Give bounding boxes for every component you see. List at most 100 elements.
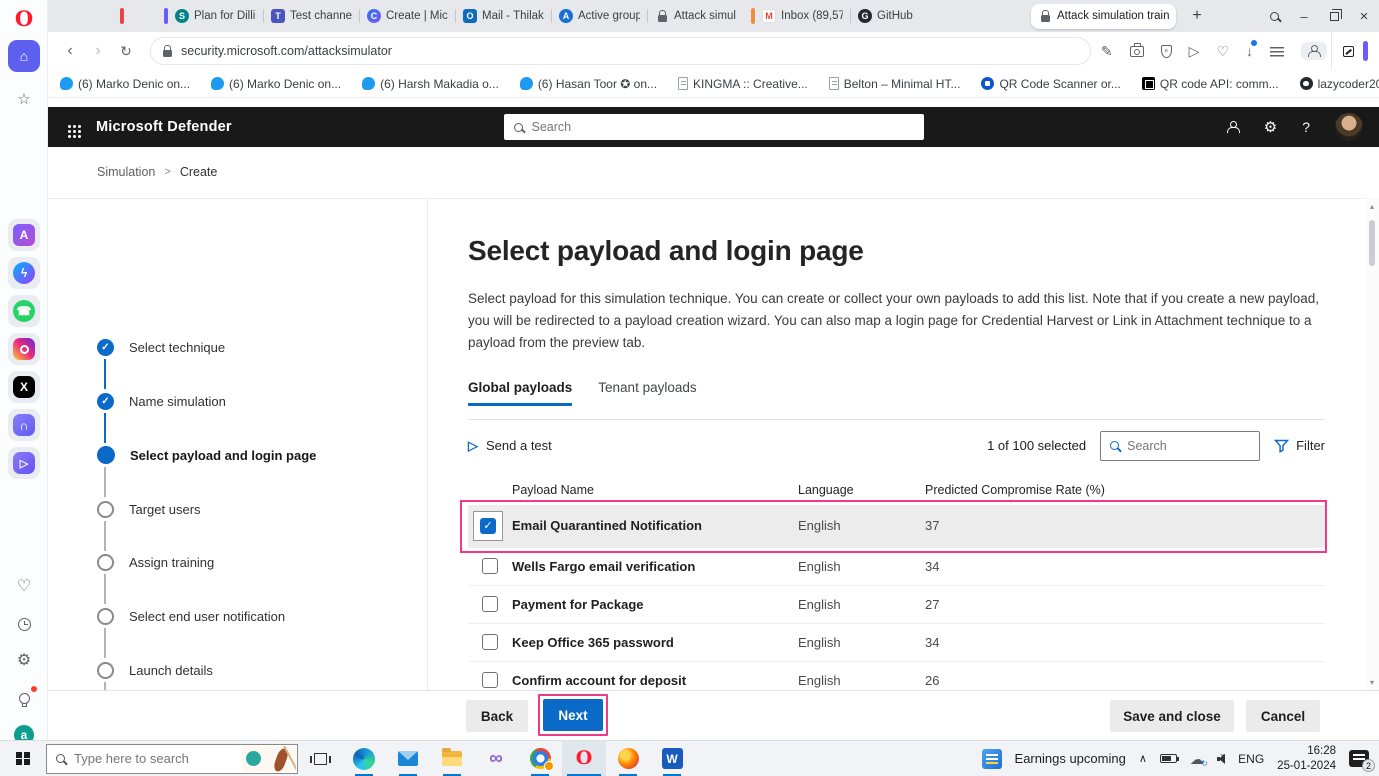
row-checkbox[interactable]	[482, 558, 498, 574]
account-avatar[interactable]	[1335, 113, 1363, 141]
save-and-close-button[interactable]: Save and close	[1110, 700, 1234, 732]
table-row-keep-office365[interactable]: Keep Office 365 password English 34	[468, 623, 1325, 661]
step-end-user-notification[interactable]: Select end user notification	[97, 606, 285, 626]
notification-center-button[interactable]: 2	[1349, 750, 1369, 767]
adblock-shield-button[interactable]: ×	[1161, 45, 1172, 58]
payload-search-input[interactable]	[1127, 439, 1250, 453]
step-select-payload[interactable]: Select payload and login page	[97, 445, 316, 465]
taskbar-search-box[interactable]	[46, 744, 298, 774]
settings-gear-button[interactable]: ⚙	[1264, 118, 1277, 136]
sidebar-settings-button[interactable]: ⚙	[12, 651, 36, 671]
address-bar[interactable]: security.microsoft.com/attacksimulator	[150, 37, 1091, 65]
news-widget-icon[interactable]	[982, 749, 1002, 769]
taskbar-clock[interactable]: 16:2825-01-2024	[1277, 744, 1336, 774]
opera-menu-icon[interactable]: O	[15, 8, 33, 29]
bookmark-item[interactable]: lazycoder2021/goog...	[1300, 77, 1379, 91]
tab-create-microsoft[interactable]: CCreate | Microsoft	[360, 0, 455, 32]
app-launcher-button[interactable]	[48, 119, 96, 135]
battery-icon[interactable]	[1160, 754, 1177, 763]
favorite-button[interactable]: ♡	[1216, 43, 1229, 60]
breadcrumb-simulation[interactable]: Simulation	[97, 165, 155, 179]
row-checkbox[interactable]	[482, 672, 498, 688]
url-text[interactable]: security.microsoft.com/attacksimulator	[181, 44, 392, 58]
downloads-button[interactable]: ↓	[1246, 43, 1253, 59]
sidebar-likes-button[interactable]: ♡	[12, 577, 36, 597]
tab-test-channel[interactable]: TTest channel 1000 (	[264, 0, 359, 32]
payload-search-box[interactable]	[1100, 431, 1260, 461]
step-select-technique[interactable]: Select technique	[97, 337, 225, 357]
tab-active-groups[interactable]: AActive groups - Mi	[552, 0, 647, 32]
step-target-users[interactable]: Target users	[97, 499, 201, 519]
bookmark-item[interactable]: (6) Harsh Makadia o...	[362, 77, 499, 91]
task-view-button[interactable]	[298, 741, 342, 776]
volume-muted-button[interactable]: ×	[1217, 754, 1225, 764]
tab-mail-thilak[interactable]: OMail - Thilak Kuma	[456, 0, 551, 32]
sidebar-whatsapp[interactable]: ☎	[8, 295, 40, 327]
sidebar-toggle-pill[interactable]	[1363, 41, 1368, 61]
tab-attack-simulation[interactable]: Attack simulation t	[648, 0, 743, 32]
sidebar-tips-button[interactable]	[12, 688, 36, 708]
row-checkbox[interactable]	[482, 596, 498, 612]
snapshot-button[interactable]	[1130, 46, 1144, 57]
sidebar-home-button[interactable]: ⌂	[8, 40, 40, 72]
taskbar-mail[interactable]	[386, 741, 430, 776]
tab-plan-for-dilli[interactable]: SPlan for Dilli - m36	[168, 0, 263, 32]
table-row-email-quarantined[interactable]: Email Quarantined Notification English 3…	[468, 505, 1325, 547]
taskbar-visual-studio[interactable]: ∞	[474, 741, 518, 776]
tray-overflow-button[interactable]: ∧	[1139, 752, 1147, 765]
sidebar-instagram[interactable]	[8, 333, 40, 365]
table-row-wells-fargo[interactable]: Wells Fargo email verification English 3…	[468, 547, 1325, 585]
taskbar-edge[interactable]	[342, 741, 386, 776]
defender-search-box[interactable]	[504, 114, 924, 140]
filter-button[interactable]: Filter	[1274, 438, 1325, 453]
step-assign-training[interactable]: Assign training	[97, 552, 214, 572]
defender-search-input[interactable]	[532, 120, 914, 134]
column-compromise-rate[interactable]: Predicted Compromise Rate (%)	[925, 483, 1325, 497]
help-button[interactable]: ?	[1302, 119, 1310, 135]
reload-button[interactable]: ↻	[112, 43, 140, 60]
forward-button[interactable]: ›	[84, 42, 112, 60]
sidebar-send-app[interactable]: ▷	[8, 447, 40, 479]
edit-page-button[interactable]: ✎	[1101, 43, 1113, 60]
minimize-button[interactable]: –	[1289, 0, 1319, 32]
search-tabs-button[interactable]	[1259, 0, 1289, 32]
bookmark-item[interactable]: KINGMA :: Creative...	[678, 77, 808, 91]
language-indicator[interactable]: ENG	[1238, 752, 1264, 766]
taskbar-file-explorer[interactable]	[430, 741, 474, 776]
back-button[interactable]: Back	[466, 700, 528, 732]
taskbar-firefox[interactable]	[606, 741, 650, 776]
news-widget-label[interactable]: Earnings upcoming	[1015, 751, 1126, 766]
sidebar-messenger[interactable]: ϟ	[8, 257, 40, 289]
taskbar-chrome[interactable]	[518, 741, 562, 776]
bookmark-item[interactable]: QR Code Scanner or...	[981, 77, 1120, 91]
step-launch-details[interactable]: Launch details	[97, 660, 213, 680]
step-name-simulation[interactable]: Name simulation	[97, 391, 226, 411]
bookmark-item[interactable]: (6) Marko Denic on...	[60, 77, 190, 91]
next-button[interactable]: Next	[543, 699, 603, 731]
bookmark-item[interactable]: Belton – Minimal HT...	[829, 77, 961, 91]
table-row-payment-package[interactable]: Payment for Package English 27	[468, 585, 1325, 623]
send-a-test-button[interactable]: ▷ Send a test	[468, 438, 552, 454]
sidebar-bookmarks-button[interactable]: ☆	[8, 83, 40, 115]
bookmark-item[interactable]: (6) Marko Denic on...	[211, 77, 341, 91]
feedback-icon[interactable]	[1227, 121, 1239, 133]
start-button[interactable]	[0, 741, 46, 776]
restore-button[interactable]	[1319, 0, 1349, 32]
tab-attack-simulation-training-active[interactable]: Attack simulation training	[1031, 4, 1176, 29]
close-button[interactable]: ×	[1349, 0, 1379, 32]
column-language[interactable]: Language	[798, 483, 925, 497]
tab-tenant-payloads[interactable]: Tenant payloads	[598, 380, 696, 406]
onedrive-icon[interactable]: ☁↻	[1190, 752, 1204, 766]
profile-button[interactable]	[1301, 42, 1327, 60]
tab-global-payloads[interactable]: Global payloads	[468, 380, 572, 406]
tab-gmail-inbox[interactable]: MInbox (89,571) - tks	[755, 0, 850, 32]
taskbar-opera-active[interactable]: O	[562, 741, 606, 776]
scroll-up-button[interactable]: ▴	[1365, 198, 1379, 214]
extension-cube-icon[interactable]	[1343, 46, 1354, 57]
scroll-down-button[interactable]: ▾	[1365, 674, 1379, 690]
column-payload-name[interactable]: Payload Name	[512, 483, 798, 497]
tune-button[interactable]	[1270, 46, 1284, 57]
taskbar-word[interactable]: W	[650, 741, 694, 776]
new-tab-button[interactable]: +	[1184, 3, 1210, 29]
scrollbar-thumb[interactable]	[1369, 220, 1375, 266]
